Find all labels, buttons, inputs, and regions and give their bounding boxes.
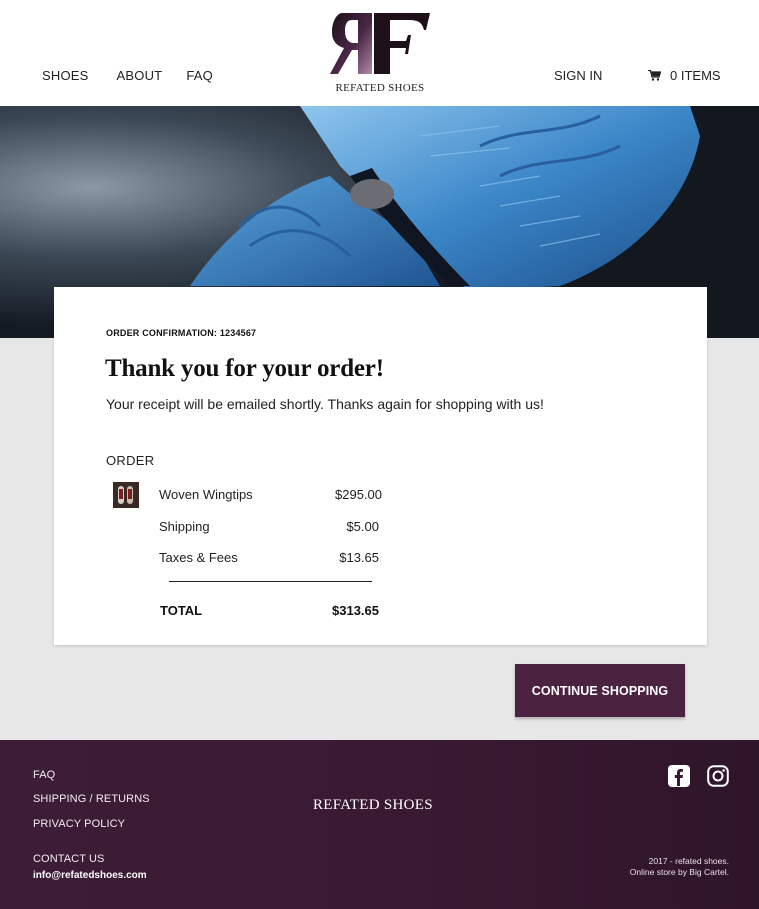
footer-shipping-link[interactable]: SHIPPING / RETURNS [33, 793, 150, 805]
taxes-label: Taxes & Fees [159, 550, 238, 565]
order-confirmation-number: ORDER CONFIRMATION: 1234567 [106, 328, 257, 338]
cart-link[interactable]: 0 ITEMS [648, 68, 721, 83]
instagram-icon[interactable] [707, 765, 729, 787]
cart-count: 0 ITEMS [670, 68, 721, 83]
item-name: Woven Wingtips [159, 487, 253, 502]
total-amount: $313.65 [332, 603, 379, 618]
footer-privacy-link[interactable]: PRIVACY POLICY [33, 818, 125, 830]
site-header: SHOES ABOUT FAQ REFATED SHOES SIGN IN 0 … [0, 0, 759, 106]
nav-about[interactable]: ABOUT [117, 68, 163, 83]
product-thumbnail [113, 482, 139, 508]
order-confirmation-card: ORDER CONFIRMATION: 1234567 Thank you fo… [54, 287, 707, 645]
item-price: $295.00 [335, 487, 382, 502]
order-line-item: Woven Wingtips $295.00 [159, 487, 382, 502]
main-nav: SHOES ABOUT FAQ [42, 68, 241, 83]
footer-email-link[interactable]: info@refatedshoes.com [33, 870, 147, 881]
footer-faq-link[interactable]: FAQ [33, 769, 55, 781]
taxes-row: Taxes & Fees $13.65 [159, 550, 379, 565]
footer-copyright: 2017 - refated shoes. Online store by Bi… [630, 856, 729, 878]
footer-contact-link[interactable]: CONTACT US [33, 853, 105, 865]
total-divider [169, 581, 372, 582]
receipt-message: Your receipt will be emailed shortly. Th… [106, 396, 544, 412]
shipping-row: Shipping $5.00 [159, 519, 379, 534]
order-heading: ORDER [106, 453, 155, 468]
shipping-amount: $5.00 [346, 519, 379, 534]
site-footer: FAQ SHIPPING / RETURNS PRIVACY POLICY CO… [0, 740, 759, 909]
total-row: TOTAL $313.65 [160, 603, 379, 618]
shipping-label: Shipping [159, 519, 210, 534]
social-links [668, 765, 746, 787]
sign-in-link[interactable]: SIGN IN [554, 68, 602, 83]
logo-wordmark: REFATED SHOES [335, 82, 425, 94]
total-label: TOTAL [160, 603, 203, 618]
copyright-text: 2017 - refated shoes. [648, 856, 729, 866]
big-cartel-credit[interactable]: Online store by Big Cartel. [630, 867, 729, 878]
taxes-amount: $13.65 [339, 550, 379, 565]
cart-icon [648, 70, 661, 81]
facebook-icon[interactable] [668, 765, 690, 787]
continue-shopping-button[interactable]: CONTINUE SHOPPING [515, 664, 685, 717]
page-title: Thank you for your order! [105, 355, 384, 382]
nav-faq[interactable]: FAQ [186, 68, 213, 83]
nav-shoes[interactable]: SHOES [42, 68, 89, 83]
footer-brand: REFATED SHOES [313, 797, 433, 813]
